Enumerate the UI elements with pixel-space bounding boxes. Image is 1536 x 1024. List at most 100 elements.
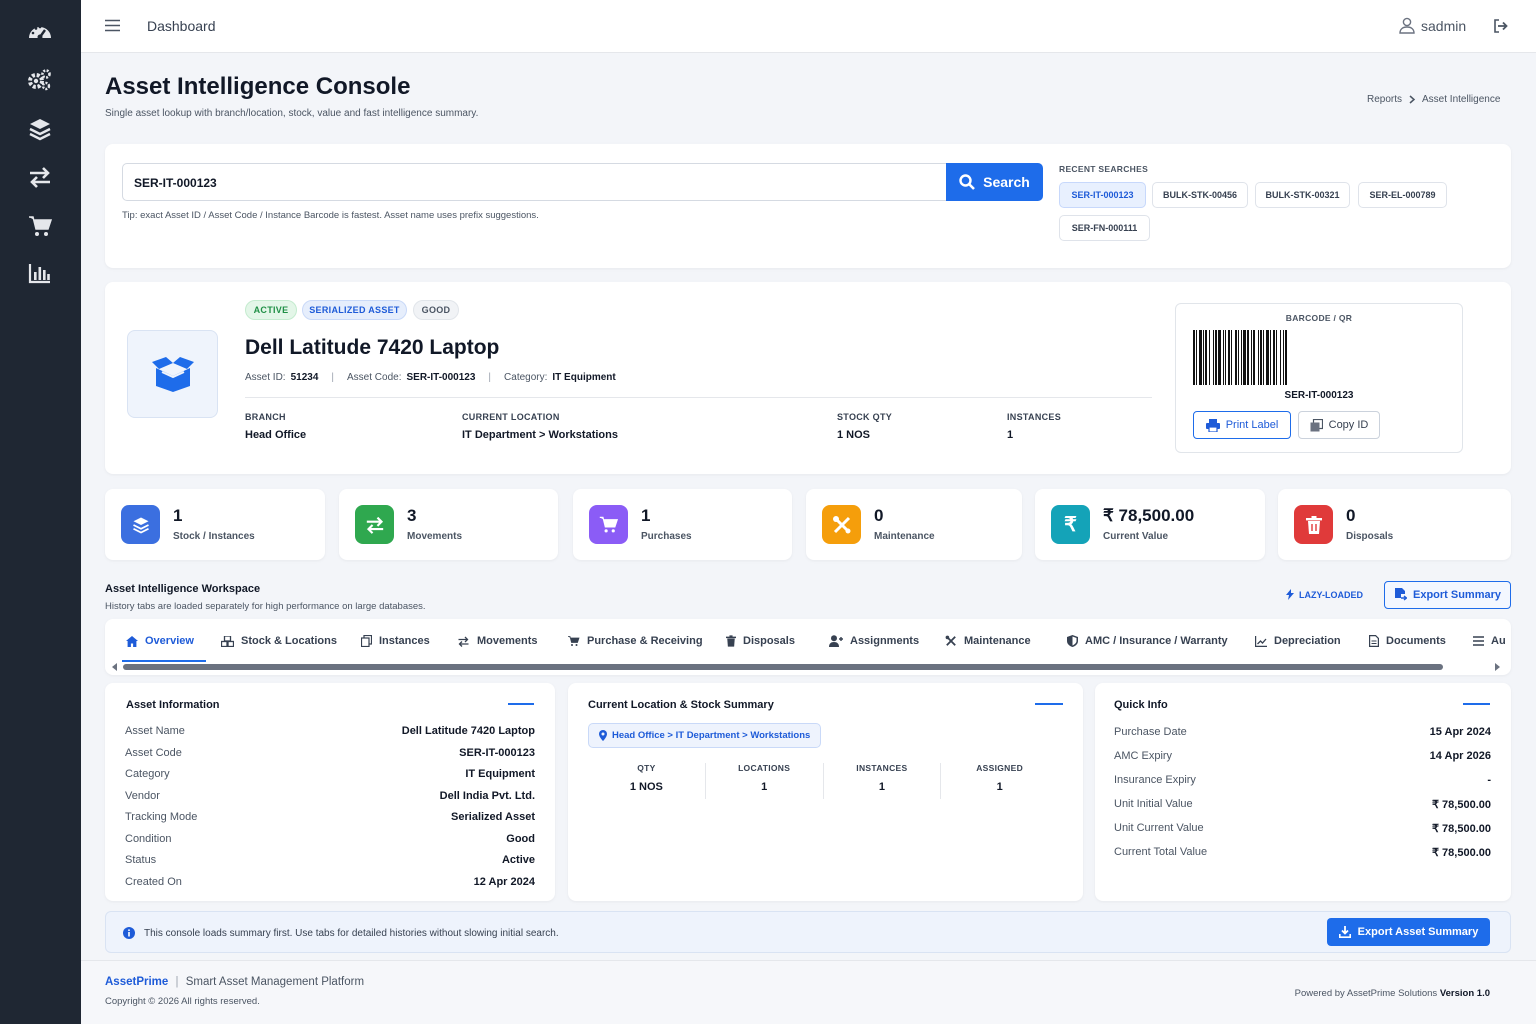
workspace-title: Asset Intelligence Workspace <box>105 583 261 595</box>
tab-amc-insurance-warranty[interactable]: AMC / Insurance / Warranty <box>1067 619 1228 663</box>
dashboard-gauge-icon[interactable] <box>24 15 56 47</box>
tab-assignments[interactable]: Assignments <box>829 619 919 663</box>
search-button[interactable]: Search <box>946 163 1043 201</box>
quick-row: Unit Initial Value ₹ 78,500.00 <box>1114 798 1491 811</box>
stat-label: Purchases <box>641 531 692 542</box>
recent-search-chip[interactable]: BULK-STK-00456 <box>1152 182 1248 208</box>
tab-audit[interactable]: Au <box>1473 619 1506 663</box>
collapse-icon[interactable] <box>1035 703 1063 705</box>
transfer-arrows-icon[interactable] <box>24 161 56 193</box>
logout-icon[interactable] <box>1493 19 1508 38</box>
stat-label: Disposals <box>1346 531 1394 542</box>
stat-label: Stock / Instances <box>173 531 255 542</box>
info-row: Tracking Mode Serialized Asset <box>125 811 535 823</box>
recent-search-chip[interactable]: SER-EL-000789 <box>1358 182 1447 208</box>
hamburger-menu-icon[interactable] <box>105 19 120 37</box>
footer-tagline: Smart Asset Management Platform <box>185 976 365 988</box>
instances-icon <box>361 635 372 647</box>
condition-badge: GOOD <box>413 300 459 320</box>
layers-icon <box>121 505 160 544</box>
tab-documents[interactable]: Documents <box>1369 619 1446 663</box>
bolt-icon <box>1286 589 1294 600</box>
transfer-arrows-icon <box>355 505 394 544</box>
cart-icon[interactable] <box>24 210 56 242</box>
info-notice: This console loads summary first. Use ta… <box>105 911 1511 953</box>
layers-icon[interactable] <box>24 113 56 145</box>
barcode-panel: BARCODE / QR SER-IT-000123 Print Label C… <box>1175 303 1463 453</box>
stat-purchases[interactable]: 1 Purchases <box>573 489 792 560</box>
stat-value: ₹ 78,500.00 <box>1103 506 1195 525</box>
search-card: SER-IT-000123 Search Tip: exact Asset ID… <box>105 144 1511 268</box>
shield-icon <box>1067 635 1078 647</box>
barcode-text: SER-IT-000123 <box>1284 390 1354 401</box>
export-asset-summary-button[interactable]: Export Asset Summary <box>1327 918 1490 946</box>
tab-overview[interactable]: Overview <box>126 619 194 663</box>
stat-movements[interactable]: 3 Movements <box>339 489 558 560</box>
tab-maintenance[interactable]: Maintenance <box>945 619 1031 663</box>
topbar: Dashboard sadmin <box>81 0 1536 53</box>
stat-label: Current Value <box>1103 531 1169 542</box>
recent-search-chip[interactable]: SER-IT-000123 <box>1059 182 1146 208</box>
tools-icon <box>945 635 956 646</box>
tab-disposals[interactable]: Disposals <box>726 619 795 663</box>
quick-row: Purchase Date 15 Apr 2024 <box>1114 726 1491 738</box>
stat-value: 3 <box>407 506 417 525</box>
export-summary-button[interactable]: Export Summary <box>1384 581 1511 609</box>
collapse-icon[interactable] <box>1463 703 1490 705</box>
tab-purchase-receiving[interactable]: Purchase & Receiving <box>567 619 703 663</box>
print-label-button[interactable]: Print Label <box>1193 411 1291 439</box>
location-stock-panel: Current Location & Stock Summary Head Of… <box>568 683 1083 901</box>
footer-brand-line: AssetPrime | Smart Asset Management Plat… <box>105 976 365 988</box>
asset-card: ACTIVE SERIALIZED ASSET GOOD Dell Latitu… <box>105 282 1511 474</box>
footer-brand[interactable]: AssetPrime <box>105 976 168 988</box>
recent-search-chip[interactable]: BULK-STK-00321 <box>1255 182 1350 208</box>
breadcrumb: Reports Asset Intelligence <box>1367 94 1500 105</box>
scroll-right-arrow[interactable] <box>1495 663 1500 671</box>
stat-disposals[interactable]: 0 Disposals <box>1278 489 1511 560</box>
document-icon <box>1369 635 1379 647</box>
search-input[interactable]: SER-IT-000123 <box>122 163 948 201</box>
summary-col: ASSIGNED 1 <box>976 763 1024 793</box>
stat-maintenance[interactable]: 0 Maintenance <box>806 489 1022 560</box>
collapse-icon[interactable] <box>508 703 534 705</box>
rupee-icon: ₹ <box>1051 505 1090 544</box>
reports-chart-icon[interactable] <box>24 257 56 289</box>
lazy-loaded-indicator: LAZY-LOADED <box>1286 589 1363 600</box>
user-assign-icon <box>829 635 843 647</box>
main-content: Asset Intelligence Console Single asset … <box>81 53 1536 1024</box>
instances-field: INSTANCES 1 <box>1007 412 1062 441</box>
search-tip: Tip: exact Asset ID / Asset Code / Insta… <box>122 210 539 221</box>
breadcrumb-reports[interactable]: Reports <box>1367 94 1402 105</box>
asset-name: Dell Latitude 7420 Laptop <box>245 336 500 359</box>
asset-information-panel: Asset Information Asset Name Dell Latitud… <box>105 683 555 901</box>
barcode-label: BARCODE / QR <box>1285 313 1353 323</box>
sidebar <box>0 0 81 1024</box>
recent-searches-label: RECENT SEARCHES <box>1059 164 1149 174</box>
scroll-left-arrow[interactable] <box>112 663 117 671</box>
info-row: Status Active <box>125 854 535 866</box>
tab-scrollbar-thumb[interactable] <box>123 664 1443 670</box>
tab-stock-locations[interactable]: Stock & Locations <box>221 619 337 663</box>
summary-col: QTY 1 NOS <box>588 763 706 799</box>
tab-movements[interactable]: Movements <box>457 619 538 663</box>
stock-qty-field: STOCK QTY 1 NOS <box>837 412 893 441</box>
settings-gears-icon[interactable] <box>24 64 56 96</box>
stat-stock[interactable]: 1 Stock / Instances <box>105 489 325 560</box>
quick-info-panel: Quick Info Purchase Date 15 Apr 2024 AMC … <box>1095 683 1511 901</box>
chevron-right-icon <box>1409 95 1416 104</box>
export-file-icon <box>1394 588 1407 601</box>
quick-row: Unit Current Value ₹ 78,500.00 <box>1114 822 1491 835</box>
copy-icon <box>1310 418 1323 431</box>
tab-instances[interactable]: Instances <box>361 619 430 663</box>
recent-search-chip[interactable]: SER-FN-000111 <box>1059 215 1150 241</box>
tab-depreciation[interactable]: Depreciation <box>1255 619 1341 663</box>
summary-col: LOCATIONS 1 <box>706 763 824 799</box>
tools-icon <box>822 505 861 544</box>
stat-value: 1 <box>641 506 651 525</box>
username[interactable]: sadmin <box>1421 18 1466 34</box>
copy-id-button[interactable]: Copy ID <box>1298 411 1380 439</box>
page-subtitle: Single asset lookup with branch/location… <box>105 108 479 119</box>
quick-row: Insurance Expiry - <box>1114 774 1491 786</box>
trash-icon <box>1294 505 1333 544</box>
stat-current-value[interactable]: ₹ ₹ 78,500.00 Current Value <box>1035 489 1265 560</box>
